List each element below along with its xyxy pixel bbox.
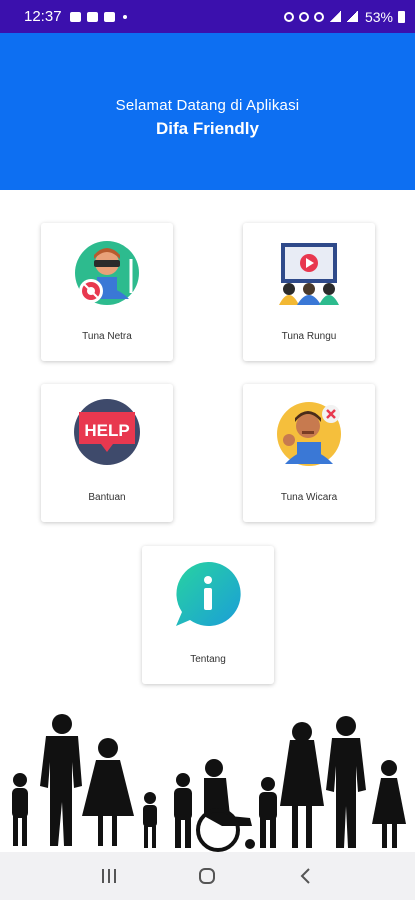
recents-button[interactable] (89, 861, 129, 891)
home-icon (199, 868, 216, 884)
battery-percent: 53% (364, 8, 393, 25)
home-button[interactable] (187, 861, 227, 891)
welcome-text: Selamat Datang di Aplikasi (115, 97, 300, 114)
help-text: HELP (84, 421, 129, 440)
signal-icon (328, 11, 341, 22)
family-silhouette-illustration (12, 714, 406, 852)
menu-card-label: Tuna Wicara (280, 492, 338, 503)
info-bubble-icon (176, 561, 241, 626)
help-bubble-icon: HELP (74, 399, 140, 465)
alarm-icon (283, 11, 294, 22)
status-time: 12:37 (24, 8, 62, 25)
recents-icon (102, 869, 117, 883)
more-notifications-icon (122, 14, 127, 19)
menu-card-tuna-rungu[interactable]: Tuna Rungu (243, 223, 375, 361)
system-icons: 53% (283, 8, 405, 25)
mute-person-icon (277, 402, 341, 466)
mute-icon (298, 11, 309, 22)
app-header: Selamat Datang di Aplikasi Difa Friendly (0, 33, 415, 190)
back-icon (300, 868, 310, 884)
system-navigation-bar (0, 852, 415, 900)
cloud-icon (69, 11, 81, 22)
back-button[interactable] (286, 861, 326, 891)
signal-icon (345, 11, 358, 22)
notification-icons (69, 11, 127, 22)
menu-card-tentang[interactable]: Tentang (142, 546, 274, 684)
status-bar: 12:37 53% (0, 0, 415, 33)
menu-card-tuna-wicara[interactable]: Tuna Wicara (243, 384, 375, 522)
deaf-audience-icon (279, 243, 339, 305)
menu-card-label: Tuna Netra (82, 331, 132, 342)
image-icon (86, 11, 98, 22)
hotspot-icon (313, 11, 324, 22)
menu-card-tuna-netra[interactable]: Tuna Netra (41, 223, 173, 361)
menu-card-bantuan[interactable]: HELP Bantuan (41, 384, 173, 522)
menu-card-label: Tuna Rungu (281, 331, 337, 342)
blind-person-icon (75, 241, 139, 305)
menu-card-label: Bantuan (88, 492, 126, 503)
battery-icon (398, 10, 405, 23)
app-name: Difa Friendly (156, 119, 259, 138)
calendar-icon (103, 11, 115, 22)
menu-card-label: Tentang (190, 654, 226, 665)
